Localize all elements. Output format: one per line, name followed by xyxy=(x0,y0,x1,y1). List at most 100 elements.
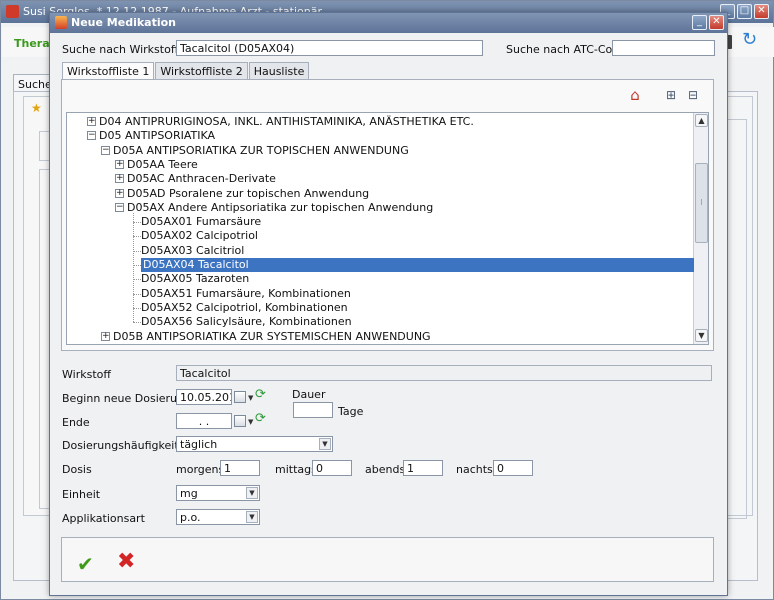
einheit-label: Einheit xyxy=(62,488,101,501)
chevron-down-icon[interactable]: ▼ xyxy=(246,487,258,499)
collapse-tree-icon[interactable]: ⊟ xyxy=(684,86,702,104)
refresh-icon[interactable]: ↻ xyxy=(742,31,760,49)
tree-row[interactable]: D05AX04 Tacalcitol xyxy=(141,258,694,272)
tree-row[interactable]: D05A ANTIPSORIATIKA ZUR TOPISCHEN ANWEND… xyxy=(113,144,409,158)
tree-row[interactable]: D05AX56 Salicylsäure, Kombinationen xyxy=(141,315,352,329)
haeufigkeit-label: Dosierungshäufigkeit xyxy=(62,439,179,452)
ende-date-input[interactable]: . . xyxy=(176,413,232,429)
scroll-thumb[interactable]: ⁝ xyxy=(695,163,708,243)
dosis-label: Dosis xyxy=(62,463,92,476)
new-medication-dialog: Neue Medikation _ ✕ Suche nach Wirkstoff… xyxy=(49,12,728,596)
medication-icon xyxy=(55,16,67,29)
nachts-label: nachts xyxy=(456,463,493,476)
collapse-icon[interactable]: − xyxy=(101,145,110,155)
tree-connector xyxy=(133,265,141,266)
morgens-label: morgens xyxy=(176,463,225,476)
tree-row[interactable]: D05AC Anthracen-Derivate xyxy=(127,172,276,186)
tab-hausliste[interactable]: Hausliste xyxy=(248,62,310,79)
tree-row[interactable]: D05 ANTIPSORIATIKA xyxy=(99,129,215,143)
tree-row[interactable]: D05B ANTIPSORIATIKA ZUR SYSTEMISCHEN ANW… xyxy=(113,330,431,344)
einheit-select[interactable]: mg ▼ xyxy=(176,485,260,501)
search-substance-input[interactable]: Tacalcitol (D05AX04) xyxy=(176,40,483,56)
expand-icon[interactable]: + xyxy=(115,188,124,198)
tab-search[interactable]: Suche xyxy=(13,74,52,92)
tree-connector xyxy=(133,236,141,238)
expand-icon[interactable]: + xyxy=(87,117,96,126)
dialog-close-icon[interactable]: ✕ xyxy=(709,15,724,30)
tree-row[interactable]: D05AX03 Calcitriol xyxy=(141,244,244,258)
tree-connector xyxy=(133,322,141,324)
chevron-down-icon[interactable]: ▼ xyxy=(319,438,331,450)
scroll-down-icon[interactable]: ▼ xyxy=(695,329,708,342)
tree-connector xyxy=(133,307,141,309)
mittags-label: mittags xyxy=(275,463,317,476)
mittags-input[interactable]: 0 xyxy=(312,460,352,476)
substance-list-tabs: Wirkstoffliste 1 Wirkstoffliste 2 Hausli… xyxy=(62,62,310,80)
beginn-label: Beginn neue Dosierung xyxy=(62,392,191,405)
close-icon[interactable]: ✕ xyxy=(754,4,769,19)
end-calendar-icon[interactable] xyxy=(234,415,246,427)
collapse-icon[interactable]: − xyxy=(115,202,124,212)
action-bar xyxy=(61,537,714,582)
einheit-value: mg xyxy=(180,487,198,500)
abends-input[interactable]: 1 xyxy=(403,460,443,476)
wirkstoff-field: Tacalcitol xyxy=(176,365,712,381)
collapse-icon[interactable]: − xyxy=(87,131,96,141)
applikation-value: p.o. xyxy=(180,511,201,524)
tage-label: Tage xyxy=(338,405,364,418)
applikation-select[interactable]: p.o. ▼ xyxy=(176,509,260,525)
tree-row[interactable]: D05AX05 Tazaroten xyxy=(141,272,249,286)
expand-icon[interactable]: + xyxy=(101,331,110,341)
tree-connector xyxy=(133,222,141,224)
dialog-titlebar[interactable]: Neue Medikation _ ✕ xyxy=(50,13,727,33)
sync-date-icon[interactable]: ⟳ xyxy=(255,387,266,402)
tab-wirkstoffliste-1[interactable]: Wirkstoffliste 1 xyxy=(62,62,155,80)
cross-icon[interactable]: ✖ xyxy=(117,551,139,573)
star-icon: ★ xyxy=(31,101,42,115)
tree-row[interactable]: D05AX51 Fumarsäure, Kombinationen xyxy=(141,287,351,301)
calendar-dropdown-icon[interactable]: ▼ xyxy=(248,394,253,402)
search-substance-label: Suche nach Wirkstoff xyxy=(62,43,179,56)
dialog-minimize-icon[interactable]: _ xyxy=(692,15,707,30)
abends-label: abends xyxy=(365,463,406,476)
calendar-icon[interactable] xyxy=(234,391,246,403)
atc-tree[interactable]: ▲ ⁝ ▼ + D04 ANTIPRURIGINOSA, INKL. ANTIHI… xyxy=(66,112,709,345)
search-atc-label: Suche nach ATC-Code xyxy=(506,43,627,56)
tree-row[interactable]: D05AX Andere Antipsoriatika zur topische… xyxy=(127,201,433,215)
check-icon[interactable]: ✔ xyxy=(77,553,99,575)
tree-row[interactable]: D05AX52 Calcipotriol, Kombinationen xyxy=(141,301,348,315)
tree-connector xyxy=(133,279,141,281)
tree-connector xyxy=(133,293,141,295)
add-house-icon[interactable]: ⌂ xyxy=(626,86,644,104)
scroll-up-icon[interactable]: ▲ xyxy=(695,114,708,127)
maximize-icon[interactable]: □ xyxy=(737,4,752,19)
applikation-label: Applikationsart xyxy=(62,512,145,525)
expand-icon[interactable]: + xyxy=(115,174,124,184)
tree-row[interactable]: D05AX01 Fumarsäure xyxy=(141,215,261,229)
expand-tree-icon[interactable]: ⊞ xyxy=(662,86,680,104)
tree-row[interactable]: D05AX02 Calcipotriol xyxy=(141,229,258,243)
dauer-label: Dauer xyxy=(292,388,326,401)
ende-label: Ende xyxy=(62,416,90,429)
tree-row[interactable]: D05AA Teere xyxy=(127,158,198,172)
search-atc-input[interactable] xyxy=(612,40,715,56)
tree-connector xyxy=(133,250,141,252)
tree-scrollbar[interactable]: ▲ ⁝ ▼ xyxy=(693,113,708,344)
tree-row[interactable]: D04 ANTIPRURIGINOSA, INKL. ANTIHISTAMINI… xyxy=(99,115,474,129)
chevron-down-icon[interactable]: ▼ xyxy=(246,511,258,523)
end-calendar-dropdown-icon[interactable]: ▼ xyxy=(248,418,253,426)
app-icon xyxy=(6,5,19,18)
tab-wirkstoffliste-2[interactable]: Wirkstoffliste 2 xyxy=(155,62,248,79)
nachts-input[interactable]: 0 xyxy=(493,460,533,476)
beginn-date-input[interactable]: 10.05.2010 xyxy=(176,389,232,405)
wirkstoff-label: Wirkstoff xyxy=(62,368,111,381)
dauer-input[interactable] xyxy=(293,402,333,418)
tree-connector xyxy=(133,212,134,323)
sync-end-date-icon[interactable]: ⟳ xyxy=(255,411,266,426)
expand-icon[interactable]: + xyxy=(115,159,124,169)
haeufigkeit-select[interactable]: täglich ▼ xyxy=(176,436,333,452)
dialog-title: Neue Medikation xyxy=(71,16,176,29)
haeufigkeit-value: täglich xyxy=(180,438,218,451)
morgens-input[interactable]: 1 xyxy=(220,460,260,476)
tree-row[interactable]: D05AD Psoralene zur topischen Anwendung xyxy=(127,187,369,201)
